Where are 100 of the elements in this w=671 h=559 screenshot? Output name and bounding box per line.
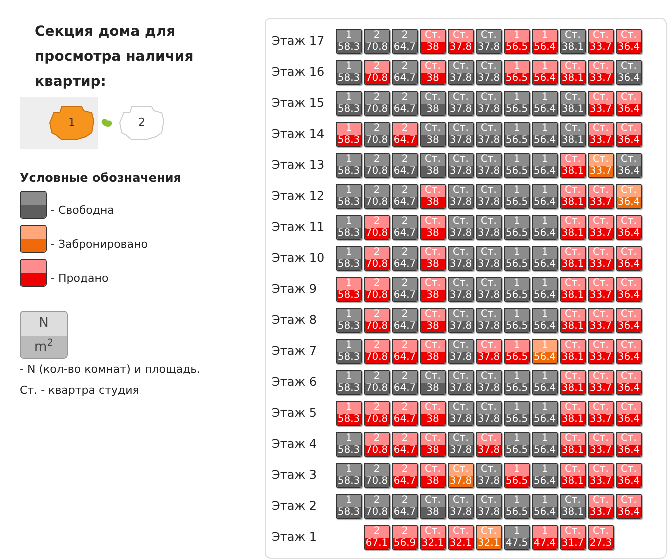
- apartment-cell[interactable]: Ст. 36.4: [616, 152, 642, 178]
- apartment-cell[interactable]: Ст. 37.8: [476, 214, 502, 240]
- apartment-cell[interactable]: 2 70.8: [364, 214, 390, 240]
- apartment-cell[interactable]: Ст. 38.1: [560, 370, 586, 394]
- apartment-cell[interactable]: 1 56.4: [532, 184, 558, 208]
- apartment-cell[interactable]: Ст. 31.7: [560, 524, 586, 550]
- apartment-cell[interactable]: 2 64.7: [392, 152, 418, 178]
- apartment-cell[interactable]: Ст. 38.1: [560, 122, 586, 146]
- apartment-cell[interactable]: 1 58.3: [336, 90, 362, 116]
- apartment-cell[interactable]: Ст. 38.1: [560, 432, 586, 456]
- apartment-cell[interactable]: 1 56.4: [532, 214, 558, 240]
- apartment-cell[interactable]: Ст. 33.7: [588, 184, 614, 208]
- apartment-cell[interactable]: Ст. 32.1: [420, 524, 446, 550]
- apartment-cell[interactable]: 1 58.3: [336, 462, 362, 488]
- apartment-cell[interactable]: Ст. 36.4: [616, 28, 642, 54]
- apartment-cell[interactable]: 2 70.8: [364, 152, 390, 178]
- apartment-cell[interactable]: Ст. 37.8: [476, 370, 502, 394]
- apartment-cell[interactable]: Ст. 33.7: [588, 122, 614, 146]
- apartment-cell[interactable]: 2 70.8: [364, 60, 390, 84]
- apartment-cell[interactable]: 1 56.5: [504, 400, 530, 426]
- apartment-cell[interactable]: Ст. 37.8: [476, 122, 502, 146]
- apartment-cell[interactable]: 1 47.4: [532, 524, 558, 550]
- apartment-cell[interactable]: Ст. 33.7: [588, 276, 614, 302]
- apartment-cell[interactable]: Ст. 38: [420, 338, 446, 364]
- apartment-cell[interactable]: 1 56.4: [532, 370, 558, 394]
- apartment-cell[interactable]: 1 56.5: [504, 338, 530, 364]
- apartment-cell[interactable]: Ст. 36.4: [616, 246, 642, 270]
- apartment-cell[interactable]: Ст. 33.7: [588, 338, 614, 364]
- apartment-cell[interactable]: Ст. 27.3: [588, 524, 614, 550]
- apartment-cell[interactable]: Ст. 36.4: [616, 370, 642, 394]
- apartment-cell[interactable]: Ст. 32.1: [448, 524, 474, 550]
- apartment-cell[interactable]: Ст. 33.7: [588, 494, 614, 518]
- apartment-cell[interactable]: Ст. 37.8: [448, 214, 474, 240]
- apartment-cell[interactable]: 1 56.4: [532, 122, 558, 146]
- apartment-cell[interactable]: Ст. 37.8: [476, 494, 502, 518]
- apartment-cell[interactable]: Ст. 38: [420, 494, 446, 518]
- apartment-cell[interactable]: Ст. 36.4: [616, 338, 642, 364]
- apartment-cell[interactable]: 1 56.5: [504, 90, 530, 116]
- apartment-cell[interactable]: Ст. 37.8: [448, 246, 474, 270]
- apartment-cell[interactable]: 2 70.8: [364, 184, 390, 208]
- apartment-cell[interactable]: Ст. 33.7: [588, 462, 614, 488]
- apartment-cell[interactable]: Ст. 37.8: [476, 338, 502, 364]
- apartment-cell[interactable]: Ст. 38.1: [560, 214, 586, 240]
- apartment-cell[interactable]: Ст. 37.8: [476, 90, 502, 116]
- apartment-cell[interactable]: 2 64.7: [392, 214, 418, 240]
- apartment-cell[interactable]: Ст. 36.4: [616, 494, 642, 518]
- apartment-cell[interactable]: 1 56.4: [532, 276, 558, 302]
- apartment-cell[interactable]: Ст. 37.8: [448, 90, 474, 116]
- apartment-cell[interactable]: Ст. 38: [420, 308, 446, 332]
- apartment-cell[interactable]: 2 64.7: [392, 122, 418, 146]
- apartment-cell[interactable]: 1 56.5: [504, 152, 530, 178]
- apartment-cell[interactable]: 2 70.8: [364, 338, 390, 364]
- apartment-cell[interactable]: Ст. 37.8: [448, 338, 474, 364]
- apartment-cell[interactable]: Ст. 33.7: [588, 308, 614, 332]
- apartment-cell[interactable]: Ст. 33.7: [588, 432, 614, 456]
- apartment-cell[interactable]: Ст. 37.8: [476, 276, 502, 302]
- apartment-cell[interactable]: Ст. 33.7: [588, 246, 614, 270]
- apartment-cell[interactable]: Ст. 36.4: [616, 60, 642, 84]
- apartment-cell[interactable]: 1 58.3: [336, 400, 362, 426]
- apartment-cell[interactable]: 1 56.4: [532, 60, 558, 84]
- apartment-cell[interactable]: 1 58.3: [336, 370, 362, 394]
- apartment-cell[interactable]: 2 64.7: [392, 432, 418, 456]
- apartment-cell[interactable]: 2 64.7: [392, 28, 418, 54]
- apartment-cell[interactable]: 2 70.8: [364, 122, 390, 146]
- apartment-cell[interactable]: Ст. 37.8: [448, 60, 474, 84]
- apartment-cell[interactable]: 2 70.8: [364, 28, 390, 54]
- apartment-cell[interactable]: 1 56.5: [504, 246, 530, 270]
- apartment-cell[interactable]: Ст. 38: [420, 400, 446, 426]
- apartment-cell[interactable]: Ст. 37.8: [476, 184, 502, 208]
- apartment-cell[interactable]: Ст. 37.8: [448, 308, 474, 332]
- apartment-cell[interactable]: 1 58.3: [336, 184, 362, 208]
- apartment-cell[interactable]: Ст. 36.4: [616, 90, 642, 116]
- apartment-cell[interactable]: Ст. 38: [420, 184, 446, 208]
- apartment-cell[interactable]: 1 56.5: [504, 462, 530, 488]
- apartment-cell[interactable]: 1 56.5: [504, 184, 530, 208]
- apartment-cell[interactable]: Ст. 37.8: [448, 494, 474, 518]
- apartment-cell[interactable]: 2 64.7: [392, 338, 418, 364]
- apartment-cell[interactable]: Ст. 36.4: [616, 276, 642, 302]
- apartment-cell[interactable]: 2 64.7: [392, 308, 418, 332]
- apartment-cell[interactable]: Ст. 38: [420, 462, 446, 488]
- apartment-cell[interactable]: Ст. 36.4: [616, 122, 642, 146]
- apartment-cell[interactable]: Ст. 38.1: [560, 462, 586, 488]
- apartment-cell[interactable]: Ст. 38: [420, 276, 446, 302]
- apartment-cell[interactable]: Ст. 37.8: [476, 60, 502, 84]
- apartment-cell[interactable]: Ст. 37.8: [476, 246, 502, 270]
- apartment-cell[interactable]: Ст. 37.8: [448, 276, 474, 302]
- apartment-cell[interactable]: Ст. 37.8: [476, 400, 502, 426]
- apartment-cell[interactable]: Ст. 38: [420, 90, 446, 116]
- apartment-cell[interactable]: 1 56.5: [504, 214, 530, 240]
- apartment-cell[interactable]: 1 58.3: [336, 214, 362, 240]
- apartment-cell[interactable]: Ст. 37.8: [476, 28, 502, 54]
- apartment-cell[interactable]: Ст. 37.8: [448, 28, 474, 54]
- apartment-cell[interactable]: 2 64.7: [392, 276, 418, 302]
- apartment-cell[interactable]: 2 64.7: [392, 494, 418, 518]
- apartment-cell[interactable]: Ст. 33.7: [588, 60, 614, 84]
- apartment-cell[interactable]: 2 70.8: [364, 308, 390, 332]
- apartment-cell[interactable]: Ст. 37.8: [476, 462, 502, 488]
- apartment-cell[interactable]: 1 56.5: [504, 308, 530, 332]
- apartment-cell[interactable]: 2 70.8: [364, 400, 390, 426]
- apartment-cell[interactable]: Ст. 36.4: [616, 400, 642, 426]
